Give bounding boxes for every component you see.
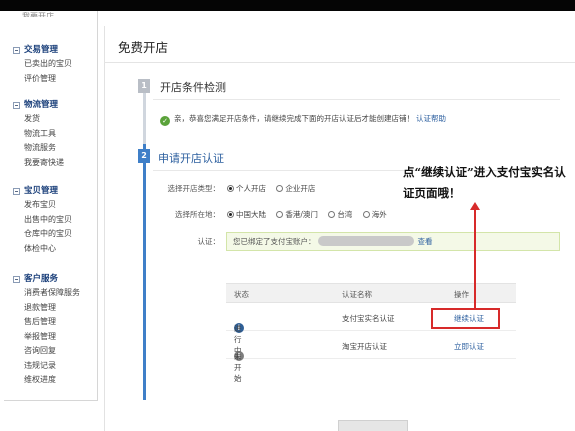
auth-label: 认证： (197, 237, 221, 246)
radio-label: 香港/澳门 (285, 210, 318, 219)
radio-enterprise-shop[interactable]: 企业开店 (276, 184, 315, 193)
sidebar-item[interactable]: 违规记录 (4, 359, 98, 374)
notice-text: 亲，恭喜您满足开店条件，请继续完成下面的开店认证后才能创建店铺！ (174, 114, 414, 123)
collapse-icon[interactable] (13, 47, 20, 54)
sidebar-item[interactable]: 评价管理 (4, 72, 98, 87)
collapse-icon[interactable] (13, 276, 20, 283)
location-radio-group: 中国大陆 香港/澳门 台湾 海外 (227, 209, 395, 220)
sidebar-item[interactable]: 维权进度 (4, 373, 98, 388)
radio-hk-macau[interactable]: 香港/澳门 (276, 210, 318, 219)
sidebar-item[interactable]: 物流服务 (4, 141, 98, 156)
sidebar-item[interactable]: 已卖出的宝贝 (4, 57, 98, 72)
shop-type-radio-group: 个人开店 企业开店 (227, 183, 323, 194)
radio-overseas[interactable]: 海外 (362, 210, 387, 219)
highlight-box (431, 308, 500, 329)
divider (104, 62, 575, 63)
column-header: 状态 (234, 290, 249, 299)
step-2-title: 申请开店认证 (158, 152, 224, 165)
sidebar-group-header[interactable]: 物流管理 (4, 98, 98, 112)
radio-label: 企业开店 (285, 184, 316, 193)
radio-icon[interactable] (328, 211, 336, 218)
sidebar-group-header[interactable]: 客户服务 (4, 272, 98, 286)
sidebar-group-items: 宝贝管理 发布宝贝 出售中的宝贝 仓库中的宝贝 体检中心 (4, 184, 98, 256)
status-text: 未开始 (234, 352, 242, 383)
sidebar-group-title: 客户服务 (24, 274, 59, 284)
radio-label: 个人开店 (236, 184, 266, 193)
sidebar-item[interactable]: 发货 (4, 112, 98, 127)
collapse-icon[interactable] (13, 102, 20, 109)
sidebar-item[interactable]: 物流工具 (4, 127, 98, 142)
sidebar-item-cut[interactable]: 我要开店 (22, 11, 54, 17)
table-header: 状态 认证名称 操作 (226, 283, 516, 303)
step-1-title: 开店条件检测 (160, 81, 226, 94)
radio-personal-shop[interactable]: 个人开店 (227, 184, 266, 193)
radio-label: 中国大陆 (236, 210, 266, 219)
radio-mainland[interactable]: 中国大陆 (227, 210, 266, 219)
radio-label: 台湾 (337, 210, 353, 219)
location-label: 选择所在地： (175, 210, 220, 219)
view-link[interactable]: 查看 (418, 237, 433, 246)
sidebar-item[interactable]: 发布宝贝 (4, 198, 98, 213)
sidebar-item[interactable]: 我要寄快递 (4, 156, 98, 171)
radio-selected-icon[interactable] (227, 211, 234, 218)
condition-notice: ✓ 亲，恭喜您满足开店条件，请继续完成下面的开店认证后才能创建店铺！ 认证帮助 (160, 113, 446, 126)
page-title: 免费开店 (118, 40, 169, 55)
radio-label: 海外 (371, 210, 387, 219)
sidebar-item[interactable]: 举报管理 (4, 330, 98, 345)
annotation-arrow (474, 205, 476, 308)
top-black-bar (0, 0, 575, 11)
column-header: 操作 (454, 290, 469, 299)
table-row: ! 未开始 淘宝开店认证 立即认证 (226, 331, 516, 383)
check-circle-icon: ✓ (160, 116, 170, 126)
sidebar-group-logistics: 物流管理 发货 物流工具 物流服务 我要寄快递 (4, 98, 98, 170)
sidebar-item[interactable]: 消费者保障服务 (4, 286, 98, 301)
sidebar-group-title: 物流管理 (24, 100, 59, 110)
sidebar-group-service: 客户服务 消费者保障服务 退款管理 售后管理 举报管理 咨询回复 违规记录 维权… (4, 272, 98, 388)
auth-name-cell: 支付宝实名认证 (342, 314, 395, 323)
shop-type-label: 选择开店类型： (167, 184, 221, 193)
sidebar-item[interactable]: 仓库中的宝贝 (4, 227, 98, 242)
sidebar-group-trade: 交易管理 已卖出的宝贝 评价管理 (4, 43, 98, 86)
radio-icon[interactable] (276, 211, 284, 218)
radio-selected-icon[interactable] (227, 185, 234, 192)
sidebar-group-title: 宝贝管理 (24, 186, 59, 196)
start-auth-link[interactable]: 立即认证 (454, 341, 484, 352)
radio-icon[interactable] (362, 211, 370, 218)
divider (153, 99, 560, 100)
step-2-badge: 2 (138, 149, 150, 163)
sidebar-item[interactable]: 出售中的宝贝 (4, 213, 98, 228)
step-1-badge: 1 (138, 79, 150, 93)
sidebar-group-title: 交易管理 (24, 45, 59, 55)
sidebar-item[interactable]: 咨询回复 (4, 344, 98, 359)
sidebar-group-header[interactable]: 宝贝管理 (4, 184, 98, 198)
sidebar-group-header[interactable]: 交易管理 (4, 43, 98, 57)
radio-taiwan[interactable]: 台湾 (328, 210, 352, 219)
auth-text: 您已绑定了支付宝账户： (233, 237, 316, 246)
auth-help-link[interactable]: 认证帮助 (416, 114, 446, 123)
sidebar-item[interactable]: 体检中心 (4, 242, 98, 257)
collapse-icon[interactable] (13, 188, 20, 195)
sidebar-item[interactable]: 售后管理 (4, 315, 98, 330)
next-button[interactable] (338, 420, 408, 431)
auth-name-cell: 淘宝开店认证 (342, 342, 387, 351)
alipay-bound-box: 您已绑定了支付宝账户： 查看 (226, 232, 560, 251)
annotation-text: 点“继续认证”进入支付宝实名认证页面哦！ (403, 165, 566, 200)
radio-icon[interactable] (276, 185, 284, 192)
sidebar-item[interactable]: 退款管理 (4, 301, 98, 316)
masked-account (317, 236, 414, 246)
column-header: 认证名称 (342, 290, 372, 299)
